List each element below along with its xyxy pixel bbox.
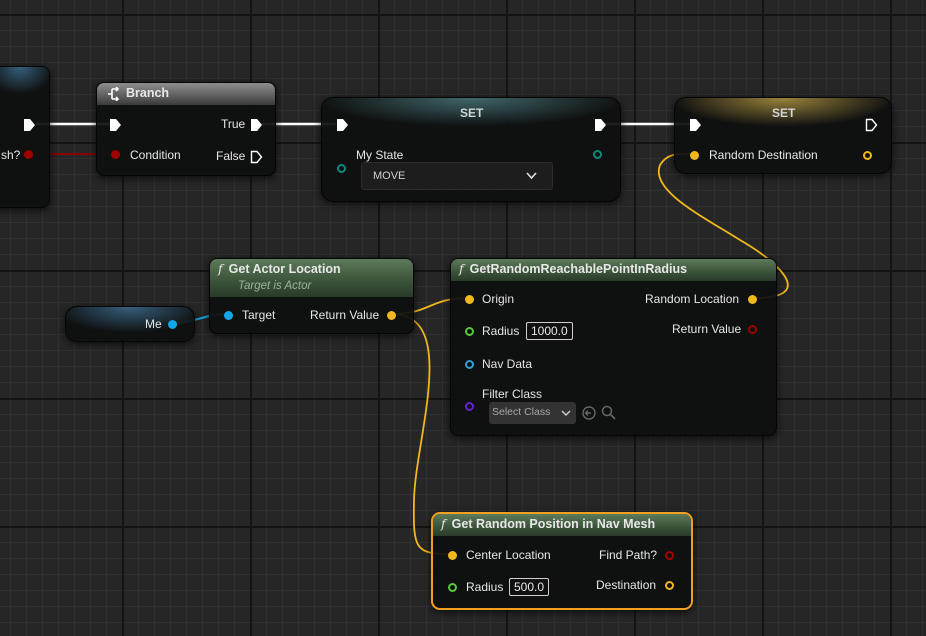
search-icon[interactable] — [601, 405, 616, 420]
find-path-label: Find Path? — [599, 548, 658, 562]
filter-class-pin[interactable] — [465, 402, 474, 411]
set-destination-exec-in-pin[interactable] — [689, 118, 702, 132]
destination-pin[interactable] — [665, 581, 674, 590]
set-destination-var-label: Random Destination — [709, 148, 818, 162]
chevron-down-icon — [526, 172, 537, 180]
filter-class-label: Filter Class — [482, 387, 543, 401]
branch-true-pin[interactable] — [250, 118, 263, 132]
branch-condition-label: Condition — [130, 148, 181, 162]
exec-out-pin[interactable] — [23, 118, 36, 132]
get-random-position-title: Get Random Position in Nav Mesh — [451, 517, 656, 531]
reachable-return-label: Return Value — [672, 322, 742, 336]
branch-title: Branch — [126, 86, 170, 100]
branch-icon — [108, 87, 120, 101]
actor-location-return-pin[interactable] — [387, 311, 396, 320]
random-location-label: Random Location — [645, 292, 740, 306]
get-random-position-header: f Get Random Position in Nav Mesh — [433, 514, 691, 536]
set-destination-exec-out-pin[interactable] — [865, 118, 878, 132]
branch-false-label: False — [216, 149, 246, 163]
radius-label: Radius — [482, 324, 520, 338]
target-label: Target — [242, 308, 276, 322]
position-radius-label: Radius — [466, 580, 504, 594]
branch-true-label: True — [221, 117, 246, 131]
bool-out-pin[interactable] — [24, 150, 33, 159]
set-destination-title: SET — [772, 106, 796, 120]
actor-location-return-label: Return Value — [310, 308, 380, 322]
radius-pin[interactable] — [465, 327, 474, 336]
reachable-return-pin[interactable] — [748, 325, 757, 334]
function-icon: f — [441, 516, 446, 531]
self-reference-out-pin[interactable] — [168, 320, 177, 329]
function-icon: f — [459, 261, 464, 276]
get-actor-location-header: f Get Actor Location Target is Actor — [210, 259, 413, 297]
set-state-exec-out-pin[interactable] — [594, 118, 607, 132]
random-location-pin[interactable] — [748, 295, 757, 304]
position-radius-pin[interactable] — [448, 583, 457, 592]
get-actor-location-node[interactable]: f Get Actor Location Target is Actor Targ… — [209, 258, 414, 334]
origin-pin[interactable] — [465, 295, 474, 304]
get-random-reachable-point-node[interactable]: f GetRandomReachablePointInRadius Origin … — [450, 258, 777, 436]
set-state-out-pin[interactable] — [593, 150, 602, 159]
function-icon: f — [218, 261, 223, 276]
center-location-pin[interactable] — [448, 551, 457, 560]
get-actor-location-subtitle: Target is Actor — [238, 280, 312, 292]
self-reference-label: Me — [145, 317, 162, 331]
set-my-state-node[interactable]: SET My State MOVE — [321, 97, 621, 202]
chevron-down-icon — [561, 410, 571, 417]
get-random-reachable-point-title: GetRandomReachablePointInRadius — [469, 262, 688, 276]
branch-condition-pin[interactable] — [111, 150, 120, 159]
partial-pin-label: sh? — [1, 148, 21, 162]
get-actor-location-title: Get Actor Location — [228, 262, 341, 276]
branch-node[interactable]: Branch True Condition False — [96, 82, 276, 176]
set-random-destination-node[interactable]: SET Random Destination — [674, 97, 892, 174]
radius-input[interactable]: 1000.0 — [526, 322, 573, 340]
center-location-label: Center Location — [466, 548, 551, 562]
get-random-position-node[interactable]: f Get Random Position in Nav Mesh Center … — [431, 512, 693, 610]
set-destination-out-pin[interactable] — [863, 151, 872, 160]
origin-label: Origin — [482, 292, 515, 306]
branch-exec-in-pin[interactable] — [109, 118, 122, 132]
select-class-dropdown[interactable]: Select Class — [489, 402, 576, 424]
set-state-title: SET — [460, 106, 484, 120]
self-reference-node[interactable]: Me — [65, 306, 195, 342]
select-class-value: Select Class — [492, 406, 551, 418]
target-pin[interactable] — [224, 311, 233, 320]
set-state-in-pin[interactable] — [337, 164, 346, 173]
my-state-dropdown[interactable]: MOVE — [361, 162, 553, 190]
set-state-var-label: My State — [356, 148, 404, 162]
nav-data-pin[interactable] — [465, 360, 474, 369]
set-destination-in-pin[interactable] — [690, 151, 699, 160]
partial-node[interactable]: sh? — [0, 66, 50, 208]
nav-data-label: Nav Data — [482, 357, 533, 371]
branch-false-pin[interactable] — [250, 150, 263, 164]
use-selected-asset-icon[interactable] — [582, 406, 596, 420]
find-path-pin[interactable] — [665, 551, 674, 560]
position-radius-input[interactable]: 500.0 — [509, 578, 550, 596]
branch-header: Branch — [97, 83, 275, 105]
get-random-reachable-point-header: f GetRandomReachablePointInRadius — [451, 259, 776, 281]
my-state-value: MOVE — [373, 170, 406, 182]
destination-label: Destination — [596, 578, 657, 592]
set-state-exec-in-pin[interactable] — [336, 118, 349, 132]
